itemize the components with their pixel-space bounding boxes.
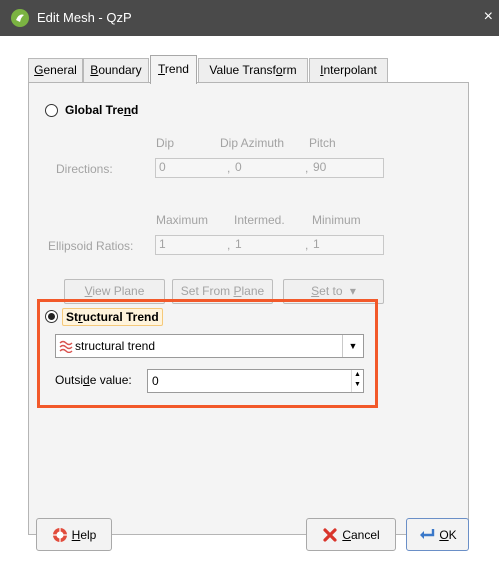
outside-value-label: Outside value:	[55, 373, 132, 387]
dip-header: Dip	[156, 136, 175, 150]
trend-panel: Global Trend Dip Dip Azimuth Pitch Direc…	[28, 82, 469, 535]
tab-general[interactable]: General	[28, 58, 83, 83]
directions-sep-1: ,	[227, 161, 231, 175]
structural-trend-select[interactable]: structural trend ▼	[55, 334, 364, 358]
set-to-chevron-down-icon: ▾	[349, 284, 356, 298]
directions-sep-2: ,	[305, 161, 309, 175]
cancel-x-icon	[322, 527, 338, 543]
pitch-value: 90	[313, 160, 327, 174]
intermed-header: Intermed.	[234, 213, 285, 227]
structural-trend-label[interactable]: Structural Trend	[62, 308, 163, 326]
maximum-value: 1	[159, 237, 166, 251]
structural-trend-radio[interactable]	[45, 310, 58, 323]
directions-field	[155, 158, 384, 178]
spin-buttons[interactable]: ▲ ▼	[351, 370, 363, 392]
intermed-value: 1	[235, 237, 242, 251]
maximum-header: Maximum	[156, 213, 209, 227]
spin-up-icon[interactable]: ▲	[352, 370, 363, 380]
directions-label: Directions:	[56, 162, 113, 176]
app-logo-icon	[11, 9, 29, 27]
pitch-header: Pitch	[309, 136, 336, 150]
structural-trend-highlight: Structural Trend structural trend ▼ Outs…	[37, 299, 378, 408]
spin-down-icon[interactable]: ▼	[352, 380, 363, 390]
minimum-value: 1	[313, 237, 320, 251]
minimum-header: Minimum	[312, 213, 361, 227]
structural-trend-value: structural trend	[75, 339, 156, 353]
tab-value-transform[interactable]: Value Transform	[198, 58, 308, 83]
global-trend-radio[interactable]	[45, 104, 58, 117]
ellipsoid-sep-2: ,	[305, 238, 309, 252]
outside-value-text: 0	[152, 374, 159, 388]
dropdown-arrow-icon[interactable]: ▼	[342, 335, 363, 357]
ok-button[interactable]: OK	[406, 518, 469, 551]
dip-value: 0	[159, 160, 166, 174]
structural-trend-icon	[59, 339, 73, 356]
ellipsoid-field	[155, 235, 384, 255]
ellipsoid-ratios-label: Ellipsoid Ratios:	[48, 239, 134, 253]
dialog-body: General Boundary Trend Value Transform I…	[0, 36, 499, 564]
help-button[interactable]: Help	[36, 518, 112, 551]
close-icon[interactable]: ×	[484, 8, 493, 26]
tab-interpolant[interactable]: Interpolant	[309, 58, 388, 83]
tab-boundary[interactable]: Boundary	[83, 58, 149, 83]
enter-arrow-icon	[418, 528, 436, 542]
ellipsoid-sep-1: ,	[227, 238, 231, 252]
dip-azimuth-value: 0	[235, 160, 242, 174]
tab-trend[interactable]: Trend	[150, 55, 197, 84]
help-icon	[52, 527, 68, 543]
global-trend-label: Global Trend	[65, 103, 139, 117]
outside-value-input[interactable]: 0 ▲ ▼	[147, 369, 364, 393]
dip-azimuth-header: Dip Azimuth	[220, 136, 285, 150]
window-title: Edit Mesh - QzP	[37, 10, 132, 25]
cancel-button[interactable]: Cancel	[306, 518, 396, 551]
title-bar: Edit Mesh - QzP ×	[0, 0, 499, 36]
